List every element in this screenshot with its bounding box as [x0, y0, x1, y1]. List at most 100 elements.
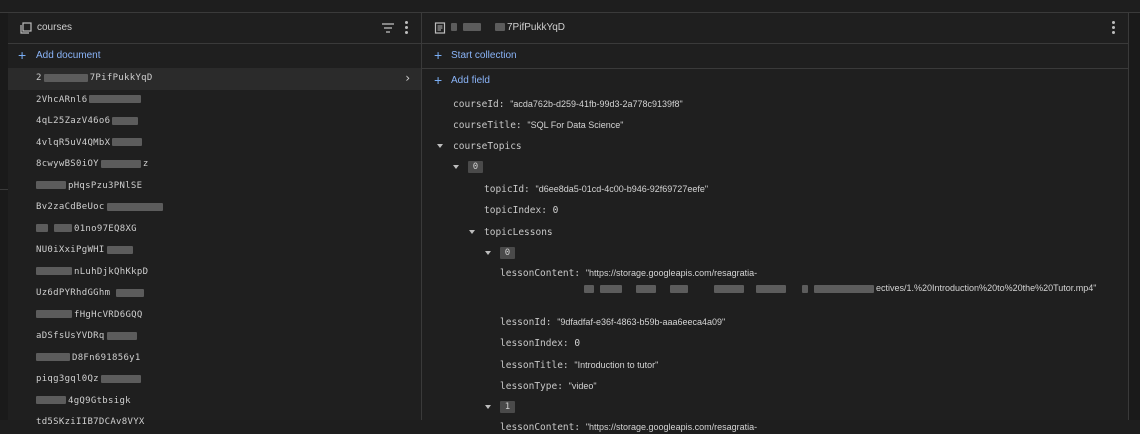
doc-id-tail: fHgHcVRD6GQQ	[74, 309, 143, 320]
field-value: "video"	[568, 381, 597, 391]
field-key: lessonTitle:	[500, 360, 569, 371]
document-row[interactable]: Uz6dPYRhdGGhm	[8, 283, 421, 305]
document-row[interactable]: 4qL25ZazV46o6	[8, 111, 421, 133]
more-vert-icon[interactable]	[1112, 21, 1116, 35]
doc-id-tail: nLuhDjkQhKkpD	[74, 266, 149, 277]
doc-id: NU0iXxiPgWHI	[36, 245, 105, 255]
document-row[interactable]: D8Fn691856y1	[8, 348, 421, 370]
document-header: 7PifPukkYqD	[422, 13, 1128, 44]
add-field-button[interactable]: + Add field	[422, 69, 1128, 93]
filter-icon[interactable]	[382, 23, 394, 33]
document-row-selected[interactable]: 2 7PifPukkYqD ›	[8, 68, 421, 90]
add-field-label: Add field	[451, 75, 490, 86]
more-vert-icon[interactable]	[405, 21, 409, 35]
doc-id: 8cwywBS0iOY	[36, 159, 99, 169]
redacted-blur	[670, 284, 688, 293]
left-gutter	[0, 13, 8, 420]
redacted-blur	[36, 310, 72, 318]
doc-id-tail: IIB7DCAv8VYX	[76, 417, 145, 427]
document-row[interactable]: 2VhcARnl6	[8, 90, 421, 112]
redacted-blur	[756, 284, 786, 293]
field-key: lessonIndex:	[500, 338, 569, 349]
document-row[interactable]: NU0iXxiPgWHI	[8, 240, 421, 262]
document-list: 2 7PifPukkYqD › 2VhcARnl6 4qL25ZazV46o6 4…	[8, 68, 421, 434]
array-index-badge: 0	[468, 161, 483, 173]
redacted-blur	[112, 138, 143, 146]
document-row[interactable]: piqg3gql0Qz	[8, 369, 421, 391]
redacted-blur	[463, 23, 481, 32]
document-row[interactable]: aDSfsUsYVDRq	[8, 326, 421, 348]
field-value: "https://storage.googleapis.com/resagrat…	[585, 268, 758, 278]
doc-id: td5SKzi	[36, 417, 77, 427]
redacted-blur	[100, 159, 141, 168]
document-row[interactable]: 4vlqR5uV4QMbX	[8, 133, 421, 155]
field-value: "Introduction to tutor"	[574, 360, 659, 370]
field-topicIndex[interactable]: topicIndex: 0	[484, 205, 558, 216]
redacted-blur	[36, 396, 66, 404]
field-lessonTitle[interactable]: lessonTitle: "Introduction to tutor"	[500, 360, 658, 371]
doc-id-tail: z	[142, 159, 149, 169]
field-lessonContent-continued: ectives/1.%20Introduction%20to%20the%20T…	[584, 283, 1097, 293]
doc-id-tail: 4gQ9Gtbsigk	[68, 395, 131, 406]
plus-icon: +	[434, 72, 443, 88]
doc-id: piqg3gql0Qz	[36, 374, 99, 384]
document-row[interactable]: 4gQ9Gtbsigk	[8, 391, 421, 413]
expand-arrow-icon[interactable]	[437, 144, 443, 148]
redacted-blur	[43, 73, 88, 82]
doc-id: 4vlqR5uV4QMbX	[36, 137, 111, 148]
redacted-blur	[36, 181, 66, 189]
field-key: courseTitle:	[453, 120, 522, 131]
doc-id-tail: D8Fn691856y1	[72, 352, 141, 363]
expand-arrow-icon[interactable]	[469, 230, 475, 234]
doc-id-tail: 7PifPukkYqD	[89, 73, 153, 83]
start-collection-button[interactable]: + Start collection	[422, 44, 1128, 69]
document-row[interactable]: 01no97EQ8XG	[8, 219, 421, 241]
redacted-blur	[714, 284, 744, 293]
document-row[interactable]: Bv2zaCdBeUoc	[8, 197, 421, 219]
redacted-blur	[802, 284, 808, 293]
field-key: lessonContent:	[500, 268, 581, 279]
expand-arrow-icon[interactable]	[485, 251, 491, 255]
field-lessonId[interactable]: lessonId: "9dfadfaf-e36f-4863-b59b-aaa6e…	[500, 317, 725, 328]
redacted-blur	[89, 95, 142, 103]
collection-header: courses	[8, 13, 421, 44]
expand-arrow-icon[interactable]	[453, 165, 459, 169]
redacted-blur	[451, 23, 457, 32]
field-courseTopics[interactable]: courseTopics	[453, 141, 522, 152]
field-courseId[interactable]: courseId: "acda762b-d259-41fb-99d3-2a778…	[453, 99, 683, 110]
field-key: topicLessons	[484, 227, 553, 238]
field-value: "d6ee8da5-01cd-4c00-b946-92f69727eefe"	[535, 184, 709, 194]
collection-icon	[20, 22, 32, 34]
field-lessonContent[interactable]: lessonContent: "https://storage.googleap…	[500, 422, 757, 433]
redacted-blur	[106, 331, 137, 340]
field-lessonIndex[interactable]: lessonIndex: 0	[500, 338, 580, 349]
add-document-button[interactable]: + Add document	[8, 44, 421, 68]
expand-arrow-icon[interactable]	[485, 405, 491, 409]
field-topicId[interactable]: topicId: "d6ee8da5-01cd-4c00-b946-92f697…	[484, 184, 708, 195]
field-lessonType[interactable]: lessonType: "video"	[500, 381, 597, 392]
redacted-blur	[106, 245, 133, 254]
redacted-blur	[36, 267, 72, 275]
field-key: lessonId:	[500, 317, 552, 328]
collection-panel: courses + Add document 2 7PifPukkYqD › 2V…	[8, 13, 422, 427]
array-index-badge: 1	[500, 401, 515, 413]
field-topicLessons[interactable]: topicLessons	[484, 227, 553, 238]
doc-id: 4qL25ZazV46o6	[36, 116, 111, 126]
redacted-blur	[54, 224, 72, 232]
redacted-blur	[495, 23, 505, 32]
document-row[interactable]: pHqsPzu3PNlSE	[8, 176, 421, 198]
document-row[interactable]: nLuhDjkQhKkpD	[8, 262, 421, 284]
doc-id: 2	[36, 73, 42, 83]
field-lessonContent[interactable]: lessonContent: "https://storage.googleap…	[500, 268, 757, 279]
field-value: ectives/1.%20Introduction%20to%20the%20T…	[876, 283, 1097, 293]
field-courseTitle[interactable]: courseTitle: "SQL For Data Science"	[453, 120, 623, 131]
redacted-blur	[584, 284, 594, 293]
redacted-blur	[36, 224, 48, 232]
field-value: "https://storage.googleapis.com/resagrat…	[585, 422, 758, 432]
document-icon	[434, 22, 446, 34]
collection-title: courses	[37, 22, 73, 33]
document-row[interactable]: td5SKziIIB7DCAv8VYX	[8, 412, 421, 434]
field-value: "acda762b-d259-41fb-99d3-2a778c9139f8"	[510, 99, 683, 109]
document-row[interactable]: 8cwywBS0iOY z	[8, 154, 421, 176]
document-row[interactable]: fHgHcVRD6GQQ	[8, 305, 421, 327]
